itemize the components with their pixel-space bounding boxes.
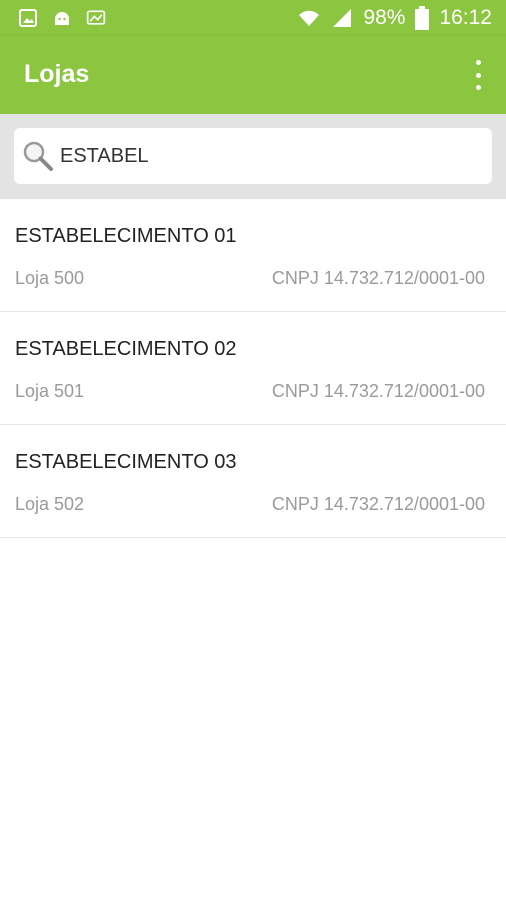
- store-list: ESTABELECIMENTO 01 Loja 500 CNPJ 14.732.…: [0, 199, 506, 538]
- list-item[interactable]: ESTABELECIMENTO 02 Loja 501 CNPJ 14.732.…: [0, 312, 506, 425]
- store-name: ESTABELECIMENTO 03: [15, 451, 237, 473]
- store-name: ESTABELECIMENTO 02: [15, 338, 237, 360]
- store-number: Loja 501: [15, 381, 85, 401]
- battery-icon: [415, 6, 430, 30]
- store-name: ESTABELECIMENTO 01: [15, 225, 237, 247]
- store-number: Loja 500: [15, 268, 85, 288]
- signal-icon: [333, 9, 352, 27]
- gallery-icon: [19, 9, 37, 27]
- wifi-icon: [299, 10, 320, 26]
- store-number: Loja 502: [15, 494, 85, 514]
- more-vertical-icon[interactable]: [468, 60, 488, 90]
- app-bar: Lojas: [0, 36, 506, 114]
- store-cnpj: CNPJ 14.732.712/0001-00: [271, 494, 485, 514]
- page-title: Lojas: [24, 60, 90, 88]
- store-cnpj: CNPJ 14.732.712/0001-00: [271, 268, 485, 288]
- cast-icon: [86, 10, 106, 25]
- search-box[interactable]: [14, 128, 492, 184]
- battery-percent: 98%: [363, 6, 406, 29]
- store-cnpj: CNPJ 14.732.712/0001-00: [271, 381, 485, 401]
- status-bar: 98% 16:12: [0, 0, 506, 36]
- search-input[interactable]: [60, 144, 460, 168]
- list-item[interactable]: ESTABELECIMENTO 03 Loja 502 CNPJ 14.732.…: [0, 425, 506, 538]
- list-item[interactable]: ESTABELECIMENTO 01 Loja 500 CNPJ 14.732.…: [0, 199, 506, 312]
- search-area: [0, 114, 506, 199]
- clock: 16:12: [439, 6, 492, 29]
- search-icon: [23, 141, 53, 171]
- android-icon: [55, 12, 69, 25]
